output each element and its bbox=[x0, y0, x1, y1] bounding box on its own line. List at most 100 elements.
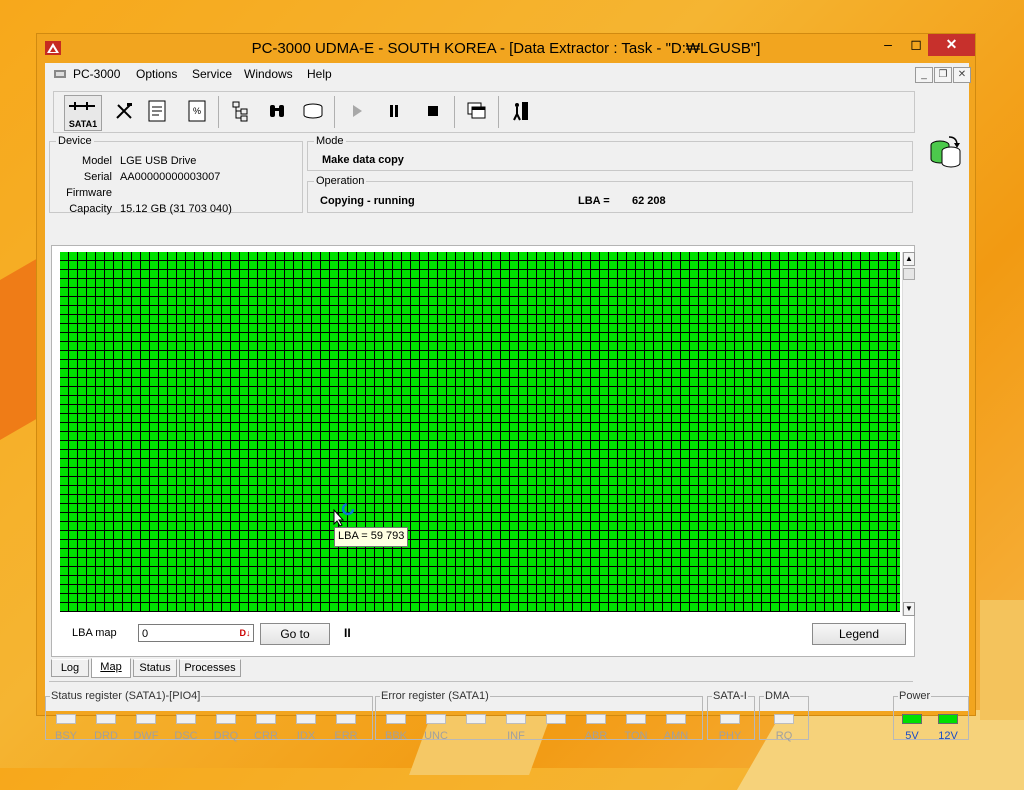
title-bar[interactable]: PC-3000 UDMA-E - SOUTH KOREA - [Data Ext… bbox=[37, 34, 975, 61]
sata-connector-icon bbox=[69, 102, 95, 110]
error-led-unc bbox=[426, 714, 446, 724]
sata1-port-button[interactable]: SATA1 bbox=[64, 95, 102, 131]
map-controls: LBA map 0 D↓ Go to II Legend bbox=[60, 620, 908, 650]
operation-status: Copying - running bbox=[320, 195, 415, 207]
tab-map[interactable]: Map bbox=[91, 658, 131, 678]
passport-button[interactable] bbox=[142, 96, 172, 126]
tab-processes[interactable]: Processes bbox=[179, 659, 241, 677]
mode-legend: Mode bbox=[316, 135, 344, 147]
serial-value: AA00000000003007 bbox=[120, 171, 221, 183]
minimize-button[interactable]: ‒ bbox=[873, 34, 903, 56]
dma-group: DMA RQ bbox=[759, 690, 809, 742]
exit-button[interactable] bbox=[506, 96, 536, 126]
sata-led-phy bbox=[720, 714, 740, 724]
status-led-label: DRQ bbox=[213, 730, 239, 742]
percent-sheet-icon: % bbox=[188, 100, 206, 122]
scroll-up-button[interactable]: ▲ bbox=[903, 252, 915, 266]
operation-group: Operation Copying - running LBA = 62 208 bbox=[307, 175, 913, 213]
maximize-button[interactable]: ◻ bbox=[903, 34, 929, 56]
error-led-label: INF bbox=[507, 730, 525, 742]
menu-windows[interactable]: Windows bbox=[244, 67, 293, 81]
mdi-close-button[interactable]: ✕ bbox=[953, 67, 971, 83]
tree-button[interactable] bbox=[226, 96, 256, 126]
power-led-label: 5V bbox=[905, 730, 919, 742]
tools-button[interactable] bbox=[109, 96, 139, 126]
status-led-err bbox=[336, 714, 356, 724]
mode-group: Mode Make data copy bbox=[307, 135, 913, 171]
stop-button[interactable] bbox=[418, 96, 448, 126]
pause-button[interactable] bbox=[379, 96, 409, 126]
dma-led-rq bbox=[774, 714, 794, 724]
map-scrollbar[interactable]: ▲ ▼ bbox=[902, 252, 915, 616]
error-led-abr bbox=[586, 714, 606, 724]
device-group: Device Model LGE USB Drive Serial AA0000… bbox=[49, 135, 303, 215]
pc3000-menu-icon[interactable] bbox=[53, 67, 67, 81]
exit-door-icon bbox=[513, 102, 528, 121]
windows-button[interactable] bbox=[462, 96, 492, 126]
error-led-label: TON bbox=[624, 730, 648, 742]
registers-panel: Status register (SATA1)-[PIO4] BSY DRD D… bbox=[45, 690, 969, 742]
disk-icon bbox=[303, 103, 323, 119]
menu-help[interactable]: Help bbox=[307, 67, 332, 81]
status-led-label: BSY bbox=[54, 730, 77, 742]
error-led-ton bbox=[626, 714, 646, 724]
mdi-minimize-button[interactable]: _ bbox=[915, 67, 933, 83]
status-led-label: IDX bbox=[296, 730, 316, 742]
tab-status[interactable]: Status bbox=[133, 659, 177, 677]
legend-button[interactable]: Legend bbox=[812, 623, 906, 645]
status-register-legend: Status register (SATA1)-[PIO4] bbox=[51, 690, 201, 702]
power-legend: Power bbox=[899, 690, 931, 702]
status-led-crr bbox=[256, 714, 276, 724]
status-led-label: DWF bbox=[133, 730, 159, 742]
lba-tooltip: LBA = 59 793 bbox=[334, 527, 409, 547]
status-strip bbox=[49, 681, 913, 690]
error-led-amn bbox=[666, 714, 686, 724]
search-button[interactable] bbox=[262, 96, 292, 126]
error-led-label: ABR bbox=[584, 730, 608, 742]
power-led-5v bbox=[902, 714, 922, 724]
capacity-value: 15.12 GB (31 703 040) bbox=[120, 203, 232, 215]
status-led-label: ERR bbox=[334, 730, 358, 742]
lba-map-input[interactable]: 0 D↓ bbox=[138, 624, 254, 642]
desktop-wallpaper bbox=[0, 256, 40, 464]
sata-led-label: PHY bbox=[718, 730, 742, 742]
status-led-bsy bbox=[56, 714, 76, 724]
status-led-dwf bbox=[136, 714, 156, 724]
error-led-blank bbox=[466, 714, 486, 724]
map-pause-button[interactable]: II bbox=[344, 626, 351, 640]
mode-value: Make data copy bbox=[322, 154, 404, 166]
tab-log[interactable]: Log bbox=[51, 659, 89, 677]
database-copy-icon bbox=[930, 136, 961, 168]
toolbar-separator bbox=[454, 96, 455, 128]
scroll-thumb[interactable] bbox=[903, 268, 915, 280]
device-legend: Device bbox=[58, 135, 92, 147]
play-button[interactable] bbox=[342, 96, 372, 126]
drive-button[interactable] bbox=[298, 96, 328, 126]
status-led-label: DRD bbox=[94, 730, 118, 742]
lba-map-grid[interactable] bbox=[60, 252, 900, 612]
status-led-drd bbox=[96, 714, 116, 724]
percent-button[interactable]: % bbox=[182, 96, 212, 126]
mdi-restore-button[interactable]: ❐ bbox=[934, 67, 952, 83]
menu-options[interactable]: Options bbox=[136, 67, 177, 81]
menu-service[interactable]: Service bbox=[192, 67, 232, 81]
error-led-inf bbox=[506, 714, 526, 724]
menu-pc3000[interactable]: PC-3000 bbox=[73, 67, 120, 81]
operation-legend: Operation bbox=[316, 175, 365, 187]
status-led-drq bbox=[216, 714, 236, 724]
error-led-label: AMN bbox=[663, 730, 689, 742]
goto-button[interactable]: Go to bbox=[260, 623, 330, 645]
menu-bar: PC-3000 Options Service Windows Help _ ❐… bbox=[45, 63, 971, 85]
status-led-dsc bbox=[176, 714, 196, 724]
lba-dropdown-icon[interactable]: D↓ bbox=[238, 626, 252, 640]
desktop-wallpaper bbox=[980, 600, 1024, 720]
sata1-label: SATA1 bbox=[68, 119, 98, 129]
close-button[interactable]: ✕ bbox=[928, 34, 975, 56]
scroll-down-button[interactable]: ▼ bbox=[903, 602, 915, 616]
toolbar-separator bbox=[218, 96, 219, 128]
lba-map-cells bbox=[60, 252, 900, 612]
toolbar: SATA1 % bbox=[53, 91, 915, 133]
lba-map-input-value: 0 bbox=[142, 628, 149, 640]
error-led-label: BBK bbox=[384, 730, 407, 742]
error-led-blank bbox=[546, 714, 566, 724]
